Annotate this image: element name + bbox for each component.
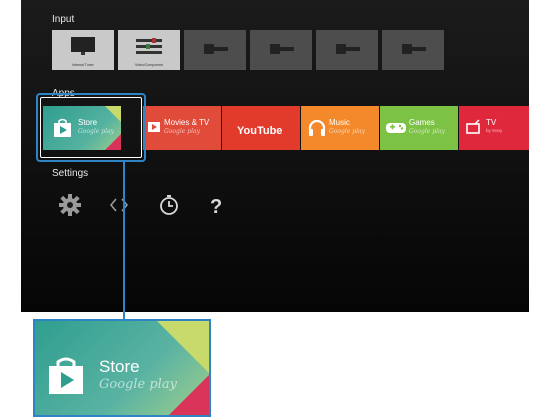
hdmi-plug-icon <box>336 44 360 54</box>
movies-icon <box>148 122 160 132</box>
tv-icon <box>71 37 95 55</box>
network-icon[interactable] <box>108 194 130 216</box>
play-store-icon <box>49 357 83 394</box>
app-tile-youtube[interactable]: YouTube <box>222 106 300 150</box>
input-hdmi-3[interactable] <box>316 30 378 70</box>
zoom-subtitle: Google play <box>99 377 177 392</box>
store-tile-zoom-callout: Store Google play <box>33 319 211 417</box>
svg-text:?: ? <box>210 196 222 216</box>
app-tile-games[interactable]: Games Google play <box>380 106 458 150</box>
settings-heading: Settings <box>52 168 89 179</box>
app-tile-tv-sony[interactable]: TV by Sony <box>459 106 529 150</box>
input-video-component[interactable]: Video/Component <box>118 30 180 70</box>
input-heading: Input <box>52 14 75 25</box>
input-caption: Video/Component <box>135 63 163 67</box>
focus-highlight-inner <box>40 97 142 158</box>
headphones-icon <box>308 119 326 136</box>
timer-icon[interactable] <box>158 194 180 216</box>
app-title: Music <box>329 118 350 127</box>
input-caption: Internal Tuner <box>72 63 94 67</box>
help-icon[interactable]: ? <box>205 194 227 216</box>
app-title: TV <box>486 118 497 127</box>
input-internal-tuner[interactable]: Internal Tuner <box>52 30 114 70</box>
app-tile-music[interactable]: Music Google play <box>301 106 379 150</box>
input-hdmi-1[interactable] <box>184 30 246 70</box>
hdmi-plug-icon <box>204 44 228 54</box>
app-subtitle: Google play <box>164 128 200 135</box>
zoom-corner <box>157 321 209 373</box>
input-hdmi-4[interactable] <box>382 30 444 70</box>
tv-sony-icon <box>466 119 480 134</box>
zoom-title: Store <box>99 357 140 376</box>
hdmi-plug-icon <box>402 44 426 54</box>
app-subtitle: by Sony <box>486 128 503 133</box>
app-tile-movies[interactable]: Movies & TV Google play <box>143 106 221 150</box>
gamepad-icon <box>386 123 406 133</box>
callout-connector-line <box>123 161 125 319</box>
gear-icon[interactable] <box>59 194 81 216</box>
youtube-logo-text: YouTube <box>237 125 283 137</box>
app-title: Movies & TV <box>164 118 210 127</box>
app-subtitle: Google play <box>329 128 365 135</box>
hdmi-plug-icon <box>270 44 294 54</box>
app-title: Games <box>409 118 435 127</box>
input-hdmi-2[interactable] <box>250 30 312 70</box>
component-cable-icon <box>136 38 162 54</box>
youtube-logo: YouTube <box>237 121 282 139</box>
app-subtitle: Google play <box>409 128 445 135</box>
